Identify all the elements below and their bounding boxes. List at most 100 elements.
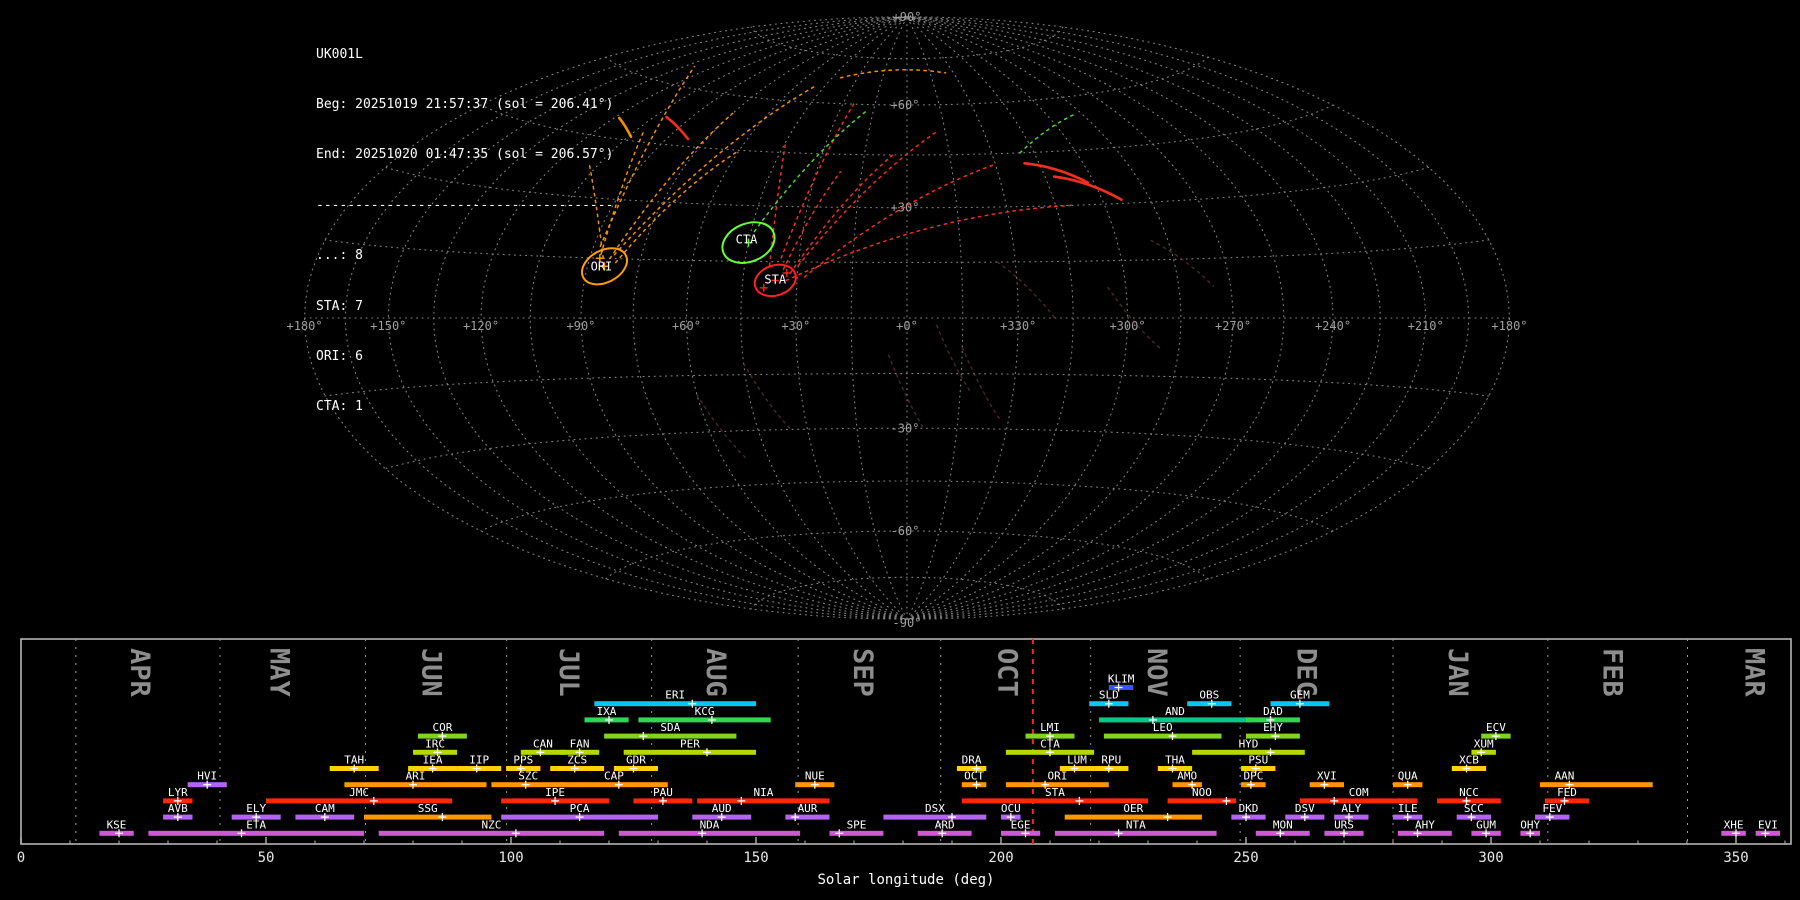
map-longitude-label: +330°: [1000, 319, 1036, 333]
shower-peak-PER: [703, 748, 711, 757]
shower-label-SZC: SZC: [518, 770, 538, 783]
meteor-trail: [1052, 175, 1123, 201]
radiant-map-screen: +180° +150° +120° +90° +60° +30° +0° +330° +300°…: [0, 0, 1800, 900]
shower-label-AAN: AAN: [1555, 770, 1575, 783]
shower-peak-NZC: [511, 829, 520, 838]
map-longitude-label: +60°: [672, 319, 701, 333]
meteor-trail: [614, 149, 741, 264]
activity-timeline: APR MAY JUN JUL AUG SEP OCT NOV DEC JAN FEB MAR0 50 1…: [17, 638, 1792, 888]
shower-label-HYD: HYD: [1239, 737, 1259, 750]
shower-label-IIP: IIP: [469, 754, 489, 767]
x-axis-title: Solar longitude (deg): [817, 872, 994, 888]
shower-label-COM: COM: [1349, 786, 1369, 799]
month-label: APR: [124, 648, 155, 698]
map-latitude-label: -60°: [891, 524, 920, 538]
shower-label-LEO: LEO: [1153, 721, 1173, 734]
month-label: NOV: [1141, 648, 1172, 697]
month-label: MAR: [1739, 648, 1770, 698]
shower-label-XCB: XCB: [1459, 754, 1479, 767]
meteor-trail: [665, 115, 690, 141]
month-label: JUL: [553, 648, 584, 697]
map-longitude-label: +240°: [1315, 319, 1351, 333]
shower-peak-ETA: [237, 829, 246, 838]
map-latitude-label: -30°: [891, 421, 920, 435]
shower-label-CAP: CAP: [604, 770, 624, 783]
shower-label-EGE: EGE: [1011, 818, 1031, 831]
x-tick-label: 350: [1723, 850, 1748, 866]
x-tick-label: 50: [258, 850, 275, 866]
observation-info-panel: UK001L Beg: 20251019 21:57:37 (sol = 206…: [316, 13, 613, 450]
meteor-trail: [742, 362, 792, 431]
shower-label-ERI: ERI: [665, 689, 685, 702]
shower-bar-SDA: [604, 733, 737, 739]
station-id: UK001L: [316, 46, 363, 62]
shower-label-XVI: XVI: [1317, 770, 1337, 783]
meteor-trail: [1023, 162, 1090, 184]
shower-label-KSE: KSE: [107, 818, 127, 831]
shower-peak-NIA: [737, 796, 746, 805]
shower-label-KLIM: KLIM: [1108, 673, 1135, 686]
shower-label-AMO: AMO: [1177, 770, 1197, 783]
shower-label-ARD: ARD: [935, 818, 955, 831]
shower-bar-LEO: [1103, 733, 1222, 739]
shower-label-NZC: NZC: [481, 818, 501, 831]
meteor-trail: [1150, 239, 1215, 287]
map-parallel: [750, 576, 1064, 610]
shower-label-DKD: DKD: [1239, 802, 1259, 815]
shower-label-OER: OER: [1123, 802, 1143, 815]
x-tick-label: 150: [743, 850, 768, 866]
shower-label-AUR: AUR: [798, 802, 818, 815]
meteor-trail: [961, 347, 1003, 423]
shower-label-IXA: IXA: [597, 705, 617, 718]
count-sta: STA: 7: [316, 298, 363, 314]
shower-bar-NZC: [378, 830, 605, 836]
meteor-trail: [797, 130, 939, 267]
shower-label-FEV: FEV: [1542, 802, 1562, 815]
shower-label-EHY: EHY: [1263, 721, 1283, 734]
shower-label-SCC: SCC: [1464, 802, 1484, 815]
shower-label-SPE: SPE: [847, 818, 867, 831]
count-ori: ORI: 6: [316, 348, 363, 364]
shower-peak-SDA: [639, 732, 648, 741]
shower-label-NTA: NTA: [1126, 818, 1146, 831]
shower-label-NCC: NCC: [1459, 786, 1479, 799]
x-tick-label: 250: [1233, 850, 1258, 866]
map-parallel: [605, 530, 1209, 580]
shower-label-THA: THA: [1165, 754, 1185, 767]
shower-label-LUM: LUM: [1067, 754, 1087, 767]
shower-peak-SSG: [438, 813, 447, 822]
map-longitude-label: +270°: [1215, 319, 1251, 333]
meteor-trail: [839, 69, 947, 79]
shower-label-DRA: DRA: [962, 754, 982, 767]
meteor-trail: [785, 204, 1073, 282]
shower-label-PER: PER: [680, 737, 700, 750]
month-label: AUG: [700, 648, 731, 697]
shower-label-PPS: PPS: [513, 754, 533, 767]
shower-bar-CAP: [560, 782, 668, 788]
shower-label-MON: MON: [1273, 818, 1293, 831]
map-north-pole-label: +90°: [893, 10, 922, 24]
x-tick-label: 200: [988, 850, 1013, 866]
shower-bar-ETA: [148, 830, 364, 836]
shower-label-EVI: EVI: [1758, 818, 1778, 831]
meteor-trail: [996, 261, 1056, 319]
shower-label-SSG: SSG: [418, 802, 438, 815]
separator-line: --------------------------------------: [316, 197, 614, 213]
meteor-trail: [780, 103, 855, 259]
meteor-trail: [887, 354, 925, 430]
month-label: JUN: [416, 648, 447, 697]
meteor-trail: [696, 393, 749, 461]
shower-label-RPU: RPU: [1101, 754, 1121, 767]
map-longitude-label: +180°: [1491, 319, 1527, 333]
meteor-trail: [599, 65, 696, 248]
shower-label-XUM: XUM: [1474, 737, 1494, 750]
shower-bar-EGE: [1001, 830, 1041, 836]
shower-bar-AND: [1099, 717, 1251, 723]
shower-label-FED: FED: [1557, 786, 1577, 799]
meteor-trails: [588, 65, 1215, 461]
month-label: MAY: [264, 648, 295, 698]
shower-bar-SSG: [364, 814, 492, 820]
shower-bar-NDA: [618, 830, 801, 836]
map-longitude-label: +0°: [896, 319, 918, 333]
shower-peak-COM: [1330, 796, 1339, 805]
